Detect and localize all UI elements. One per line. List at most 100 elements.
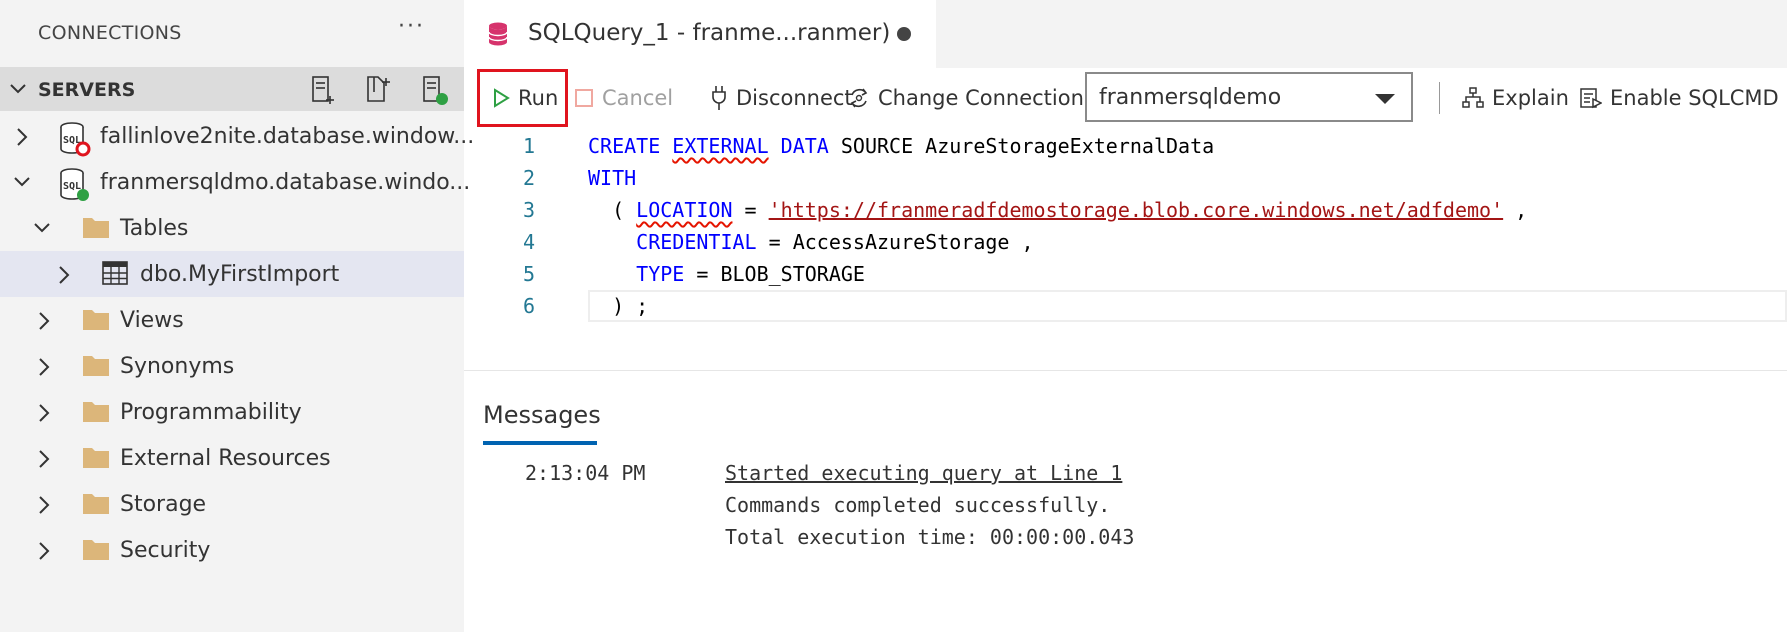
code-text: WITH bbox=[588, 166, 637, 190]
tree-item-label: Storage bbox=[120, 492, 207, 517]
message-text: Commands completed successfully. bbox=[725, 493, 1111, 517]
enable-sqlcmd-label: Enable SQLCMD bbox=[1610, 86, 1779, 110]
explain-plan-icon bbox=[1462, 87, 1484, 108]
active-connections-icon[interactable] bbox=[420, 74, 450, 106]
chevron-right-icon[interactable] bbox=[36, 311, 52, 331]
run-button[interactable]: Run bbox=[492, 68, 558, 128]
explain-button[interactable]: Explain bbox=[1462, 68, 1569, 128]
tab-messages[interactable]: Messages bbox=[483, 401, 601, 429]
sql-server-icon: SQL bbox=[60, 168, 89, 201]
code-text: TYPE = BLOB_STORAGE bbox=[636, 262, 865, 286]
tree-item-label: dbo.MyFirstImport bbox=[140, 262, 340, 287]
change-connection-label: Change Connection bbox=[878, 86, 1084, 110]
line-number: 3 bbox=[522, 198, 535, 222]
sqlcmd-icon bbox=[1580, 88, 1602, 109]
svg-text:SQL: SQL bbox=[63, 181, 81, 192]
code-line[interactable]: 3 ( LOCATION = 'https://franmeradfdemost… bbox=[464, 194, 1787, 226]
chevron-right-icon[interactable] bbox=[14, 127, 30, 147]
change-connection-button[interactable]: Change Connection bbox=[848, 68, 1084, 128]
dropdown-caret-icon bbox=[1375, 94, 1395, 104]
tree-item-label: fallinlove2nite.database.window... bbox=[100, 124, 475, 149]
line-number: 5 bbox=[522, 262, 535, 286]
code-line[interactable]: 5 TYPE = BLOB_STORAGE bbox=[464, 258, 1787, 290]
code-line[interactable]: 6 ) ; bbox=[464, 290, 1787, 322]
tree-item-label: Synonyms bbox=[120, 354, 235, 379]
tree-item-tables[interactable]: Tables bbox=[0, 205, 464, 251]
sql-code-editor[interactable]: 1 CREATE EXTERNAL DATA SOURCE AzureStora… bbox=[464, 128, 1787, 360]
tree-item-synonyms[interactable]: Synonyms bbox=[0, 343, 464, 389]
messages-panel: Messages 2:13:04 PM Started executing qu… bbox=[464, 370, 1787, 633]
cancel-label: Cancel bbox=[602, 86, 674, 110]
database-select-value: franmersqldemo bbox=[1099, 85, 1282, 110]
query-editor-area: SQLQuery_1 - franme...ranmer) Run Cancel… bbox=[464, 0, 1787, 632]
chevron-right-icon[interactable] bbox=[36, 495, 52, 515]
servers-section-header[interactable]: SERVERS bbox=[0, 67, 464, 111]
code-text: CREDENTIAL = AccessAzureStorage , bbox=[636, 230, 1034, 254]
tree-item-storage[interactable]: Storage bbox=[0, 481, 464, 527]
tree-item-server-fallinlove2nite[interactable]: SQL fallinlove2nite.database.window... bbox=[0, 113, 474, 159]
tree-item-security[interactable]: Security bbox=[0, 527, 464, 573]
chevron-right-icon[interactable] bbox=[36, 449, 52, 469]
cancel-button[interactable]: Cancel bbox=[574, 68, 673, 128]
code-text: ( LOCATION = 'https://franmeradfdemostor… bbox=[588, 198, 1528, 222]
chevron-right-icon[interactable] bbox=[56, 265, 72, 285]
tree-item-label: Views bbox=[120, 308, 184, 333]
database-icon bbox=[488, 22, 508, 46]
folder-icon bbox=[83, 494, 109, 514]
play-icon bbox=[494, 88, 510, 108]
code-line[interactable]: 2 WITH bbox=[464, 162, 1787, 194]
new-server-group-icon[interactable] bbox=[364, 74, 394, 106]
change-connection-icon bbox=[850, 88, 868, 108]
tree-item-programmability[interactable]: Programmability bbox=[0, 389, 464, 435]
chevron-down-icon[interactable] bbox=[8, 79, 28, 99]
code-text: ) ; bbox=[588, 294, 649, 318]
tree-item-label: Tables bbox=[120, 216, 189, 241]
tree-item-label: External Resources bbox=[120, 446, 331, 471]
tab-title: SQLQuery_1 - franme...ranmer) bbox=[528, 20, 891, 46]
tree-item-label: franmersqldmo.database.windo... bbox=[100, 170, 471, 195]
message-query-link[interactable]: Started executing query at Line 1 bbox=[725, 461, 1122, 485]
code-line[interactable]: 4 CREDENTIAL = AccessAzureStorage , bbox=[464, 226, 1787, 258]
unsaved-dot-icon[interactable] bbox=[897, 27, 911, 41]
active-tab-indicator bbox=[483, 441, 597, 445]
connections-sidebar: CONNECTIONS ··· SERVERS SQL fallinlove2n… bbox=[0, 0, 474, 632]
tree-item-table-myfirstimport[interactable]: dbo.MyFirstImport bbox=[0, 251, 464, 297]
editor-tab-bar: SQLQuery_1 - franme...ranmer) bbox=[464, 0, 1787, 68]
tree-item-views[interactable]: Views bbox=[0, 297, 464, 343]
chevron-down-icon[interactable] bbox=[32, 218, 52, 238]
enable-sqlcmd-button[interactable]: Enable SQLCMD bbox=[1580, 68, 1779, 128]
tab-sqlquery-1[interactable]: SQLQuery_1 - franme...ranmer) bbox=[464, 0, 936, 68]
chevron-down-icon[interactable] bbox=[12, 172, 32, 192]
servers-title: SERVERS bbox=[38, 79, 136, 101]
tree-item-label: Security bbox=[120, 538, 211, 563]
toolbar-divider bbox=[1439, 82, 1440, 114]
code-text: CREATE EXTERNAL DATA SOURCE AzureStorage… bbox=[588, 134, 1215, 158]
chevron-right-icon[interactable] bbox=[36, 357, 52, 377]
code-line[interactable]: 1 CREATE EXTERNAL DATA SOURCE AzureStora… bbox=[464, 130, 1787, 162]
database-select[interactable]: franmersqldemo bbox=[1085, 72, 1413, 122]
message-text: Total execution time: 00:00:00.043 bbox=[725, 525, 1135, 549]
run-label: Run bbox=[518, 86, 559, 110]
new-connection-icon[interactable] bbox=[308, 74, 338, 106]
stop-icon bbox=[575, 89, 593, 107]
disconnect-plug-icon bbox=[712, 86, 726, 110]
sql-server-icon: SQL bbox=[60, 122, 91, 157]
connections-title: CONNECTIONS bbox=[38, 22, 182, 44]
chevron-right-icon[interactable] bbox=[36, 541, 52, 561]
line-number: 1 bbox=[522, 134, 535, 158]
tree-item-server-franmersqldmo[interactable]: SQL franmersqldmo.database.windo... bbox=[0, 159, 470, 205]
explain-label: Explain bbox=[1492, 86, 1569, 110]
line-number: 4 bbox=[522, 230, 535, 254]
query-toolbar: Run Cancel Disconnect Change Connection bbox=[464, 68, 1787, 128]
disconnect-label: Disconnect bbox=[736, 86, 853, 110]
folder-icon bbox=[83, 402, 109, 422]
folder-icon bbox=[83, 310, 109, 330]
chevron-right-icon[interactable] bbox=[36, 403, 52, 423]
folder-icon bbox=[83, 218, 109, 238]
disconnect-button[interactable]: Disconnect bbox=[710, 68, 853, 128]
more-actions-icon[interactable]: ··· bbox=[398, 14, 425, 39]
tree-item-label: Programmability bbox=[120, 400, 302, 425]
folder-icon bbox=[83, 356, 109, 376]
connections-header: CONNECTIONS ··· bbox=[0, 0, 464, 66]
tree-item-external-resources[interactable]: External Resources bbox=[0, 435, 464, 481]
